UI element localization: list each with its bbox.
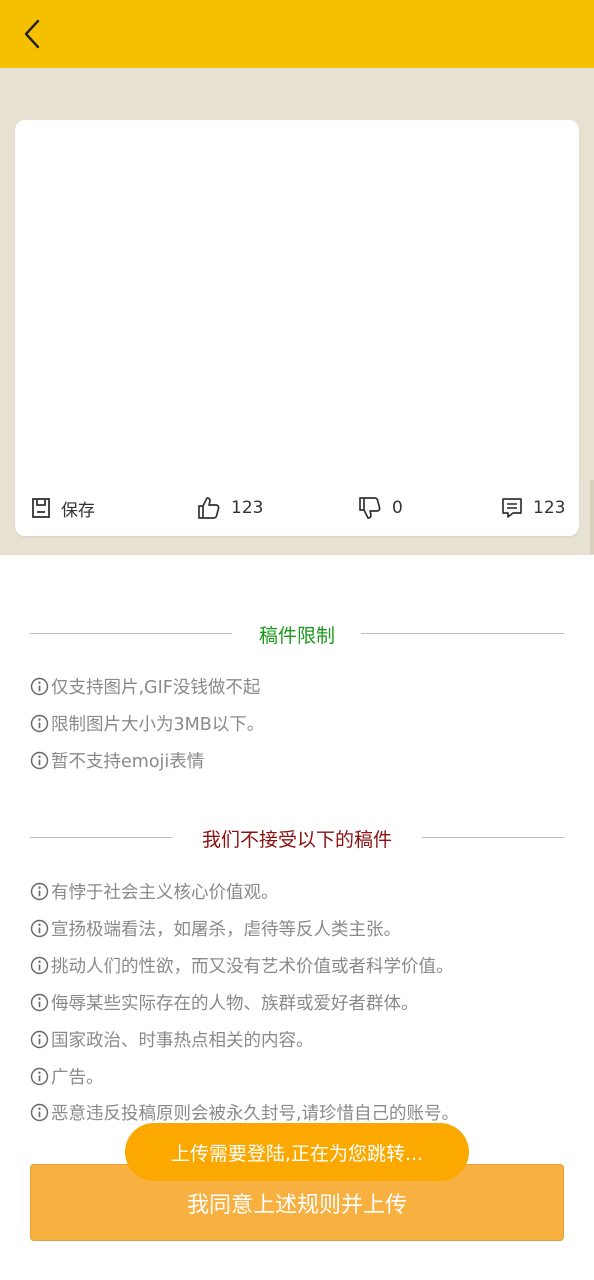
like-count: 123 [231, 498, 264, 518]
rejects-section-header: 我们不接受以下的稿件 [30, 822, 564, 852]
reject-text: 有悖于社会主义核心价值观。 [51, 883, 279, 903]
reject-item: 恶意违反投稿原则会被永久封号,请珍惜自己的账号。 [30, 1100, 459, 1125]
comment-button[interactable]: 123 [501, 492, 565, 524]
info-icon [30, 956, 49, 975]
reject-item: 挑动人们的性欲，而又没有艺术价值或者科学价值。 [30, 953, 454, 978]
info-icon [30, 882, 49, 901]
info-icon [30, 714, 49, 733]
save-button[interactable]: 保存 [31, 492, 95, 524]
dislike-count: 0 [392, 498, 403, 518]
limit-text: 暂不支持emoji表情 [51, 752, 205, 772]
info-icon [30, 993, 49, 1012]
reject-item: 宣扬极端看法，如屠杀，虐待等反人类主张。 [30, 916, 401, 941]
reject-text: 挑动人们的性欲，而又没有艺术价值或者科学价值。 [51, 957, 454, 977]
scrollbar[interactable] [590, 480, 594, 554]
rejects-title: 我们不接受以下的稿件 [201, 829, 392, 851]
info-icon [30, 1067, 49, 1086]
limit-item: 限制图片大小为3MB以下。 [30, 711, 264, 736]
reject-text: 恶意违反投稿原则会被永久封号,请珍惜自己的账号。 [51, 1104, 460, 1124]
save-icon [32, 498, 50, 518]
reject-text: 侮辱某些实际存在的人物、族群或爱好者群体。 [51, 994, 419, 1014]
limit-text: 仅支持图片,GIF没钱做不起 [51, 678, 261, 698]
limits-title: 稿件限制 [258, 625, 335, 647]
comment-icon [502, 498, 522, 518]
limit-item: 仅支持图片,GIF没钱做不起 [30, 674, 260, 699]
preview-card: 保存 123 0 123 [15, 120, 579, 536]
comment-count: 123 [533, 498, 566, 518]
preview-area: 保存 123 0 123 [0, 68, 594, 555]
thumbs-down-icon [359, 497, 381, 519]
top-bar [0, 0, 594, 68]
reject-item: 广告。 [30, 1064, 104, 1089]
reject-text: 广告。 [51, 1068, 104, 1088]
info-icon [30, 919, 49, 938]
save-label: 保存 [61, 500, 95, 521]
limit-item: 暂不支持emoji表情 [30, 748, 204, 773]
thumbs-up-icon [198, 497, 220, 519]
dislike-button[interactable]: 0 [358, 492, 403, 524]
info-icon [30, 677, 49, 696]
info-icon [30, 1103, 49, 1122]
chevron-left-icon [24, 19, 40, 49]
info-icon [30, 751, 49, 770]
reject-item: 有悖于社会主义核心价值观。 [30, 879, 279, 904]
reject-item: 侮辱某些实际存在的人物、族群或爱好者群体。 [30, 990, 419, 1015]
like-button[interactable]: 123 [197, 492, 263, 524]
info-icon [30, 1030, 49, 1049]
reject-item: 国家政治、时事热点相关的内容。 [30, 1027, 314, 1052]
reject-text: 国家政治、时事热点相关的内容。 [51, 1031, 314, 1051]
limits-section-header: 稿件限制 [30, 618, 564, 648]
reject-text: 宣扬极端看法，如屠杀，虐待等反人类主张。 [51, 920, 401, 940]
limit-text: 限制图片大小为3MB以下。 [51, 715, 265, 735]
back-button[interactable] [18, 14, 50, 54]
login-redirect-toast: 上传需要登陆,正在为您跳转... [125, 1123, 469, 1181]
